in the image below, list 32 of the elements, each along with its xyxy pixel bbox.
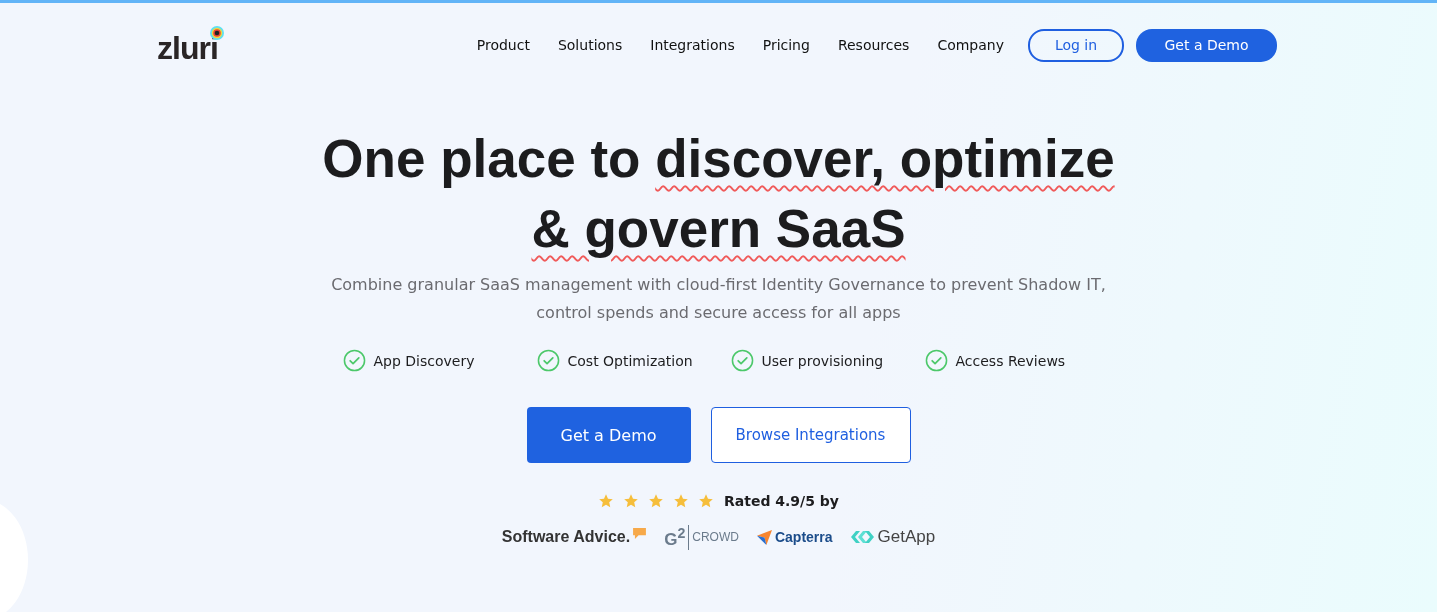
browse-integrations-button[interactable]: Browse Integrations [710, 407, 911, 463]
headline-text: & govern SaaS [531, 198, 906, 260]
feature-label: Access Reviews [955, 352, 1066, 369]
nav-link[interactable]: Solutions [557, 37, 623, 53]
demo-button[interactable]: Get a Demo [526, 407, 691, 463]
check-icon [342, 349, 366, 372]
check-icon [536, 349, 560, 372]
arrow-icon [756, 529, 772, 545]
feature-label: Cost Optimization [567, 352, 693, 369]
headline-text: One place to [322, 128, 642, 190]
check-icon [730, 349, 754, 372]
reviewer-logo-text: GetApp [877, 527, 936, 548]
rating-text: Rated 4.9/5 by [724, 493, 839, 509]
reviewer-logo-text: Capterra [774, 529, 833, 546]
g2-mark: G$^{2}$ [664, 525, 690, 550]
demo-button[interactable]: Get a Demo [1136, 28, 1277, 62]
login-button[interactable]: Log in [1028, 28, 1124, 62]
feature-label: User provisioning [761, 352, 884, 369]
nav-link[interactable]: Integrations [650, 37, 735, 53]
nav-link[interactable]: Company [937, 37, 1004, 53]
reviewer-logo-text: Software Advice. [501, 528, 631, 547]
check-icon [924, 349, 948, 372]
headline-text: discover, optimize [655, 128, 1115, 190]
zluri-logo[interactable]: zluri [157, 26, 224, 64]
nav-link[interactable]: Pricing [762, 37, 810, 53]
chevrons-icon [850, 530, 875, 545]
nav-link[interactable]: Resources [837, 37, 910, 53]
speech-bubble-icon [633, 527, 647, 539]
subtitle: Combine granular SaaS management with cloud-first Identity Governance to prevent Shadow IT, control spends and secure access for all apps [330, 274, 1107, 324]
nav-link[interactable]: Product [476, 37, 530, 53]
reviewer-logo-text: CROWD [692, 530, 739, 545]
feature-label: App Discovery [373, 352, 475, 369]
